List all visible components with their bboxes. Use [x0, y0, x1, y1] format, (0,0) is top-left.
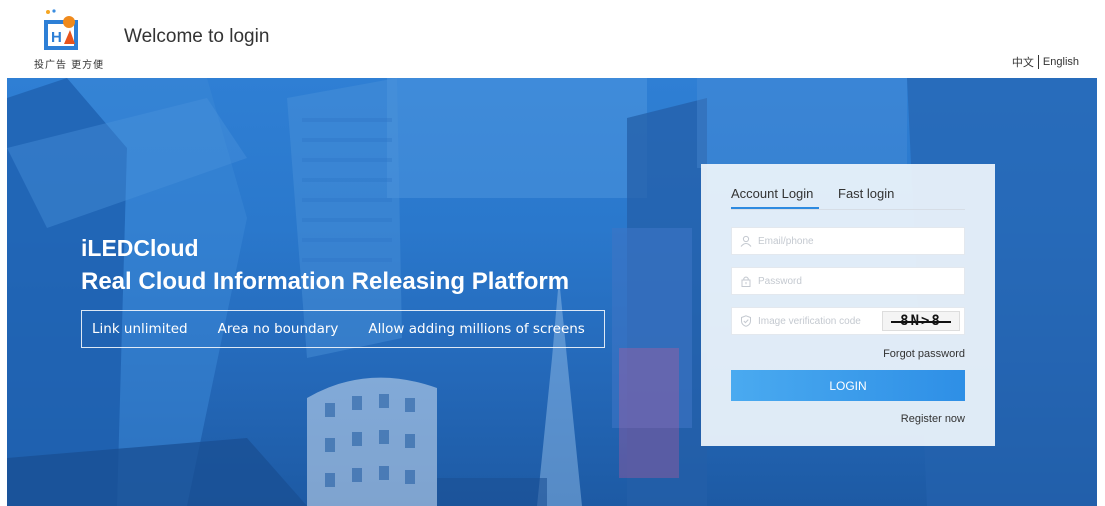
- captcha-image[interactable]: 8N>8: [882, 311, 960, 331]
- user-icon: [740, 235, 752, 247]
- feature-item: Link unlimited: [92, 321, 188, 337]
- email-input[interactable]: [758, 235, 964, 247]
- login-card: Account Login Fast login 8N>8 Forgot pas…: [701, 164, 995, 446]
- feature-box: Link unlimited Area no boundary Allow ad…: [81, 310, 605, 348]
- tab-fast-login[interactable]: Fast login: [838, 186, 894, 201]
- captcha-input[interactable]: [758, 315, 888, 327]
- password-input[interactable]: [758, 275, 964, 287]
- captcha-field[interactable]: 8N>8: [731, 307, 965, 335]
- password-field[interactable]: [731, 267, 965, 295]
- page-title: Welcome to login: [124, 26, 270, 47]
- hero-subtitle: Real Cloud Information Releasing Platfor…: [81, 268, 570, 295]
- lang-divider: [1037, 55, 1039, 69]
- logo-slogan: 投广告 更方便: [34, 60, 105, 71]
- logo: H 投广告 更方便: [34, 8, 124, 71]
- login-button[interactable]: LOGIN: [731, 370, 965, 401]
- lang-english-link[interactable]: English: [1043, 56, 1079, 68]
- forgot-password-link[interactable]: Forgot password: [883, 348, 965, 360]
- logo-icon: H: [44, 9, 78, 50]
- lang-chinese-link[interactable]: 中文: [1012, 54, 1034, 70]
- lock-icon: [741, 276, 751, 287]
- tab-account-login[interactable]: Account Login: [731, 186, 813, 201]
- feature-item: Area no boundary: [217, 321, 339, 337]
- active-tab-indicator: [731, 207, 819, 209]
- feature-item: Allow adding millions of screens: [368, 321, 585, 337]
- svg-text:H: H: [51, 29, 62, 46]
- shield-icon: [741, 315, 751, 327]
- captcha-strike-line: [891, 321, 951, 323]
- hero-title: iLEDCloud: [81, 235, 199, 261]
- language-switcher: 中文 English: [1012, 54, 1079, 70]
- email-field[interactable]: [731, 227, 965, 255]
- header: H 投广告 更方便 Welcome to login 中文 English: [0, 0, 1105, 78]
- register-link[interactable]: Register now: [901, 413, 965, 425]
- login-tabs: Account Login Fast login: [731, 186, 965, 210]
